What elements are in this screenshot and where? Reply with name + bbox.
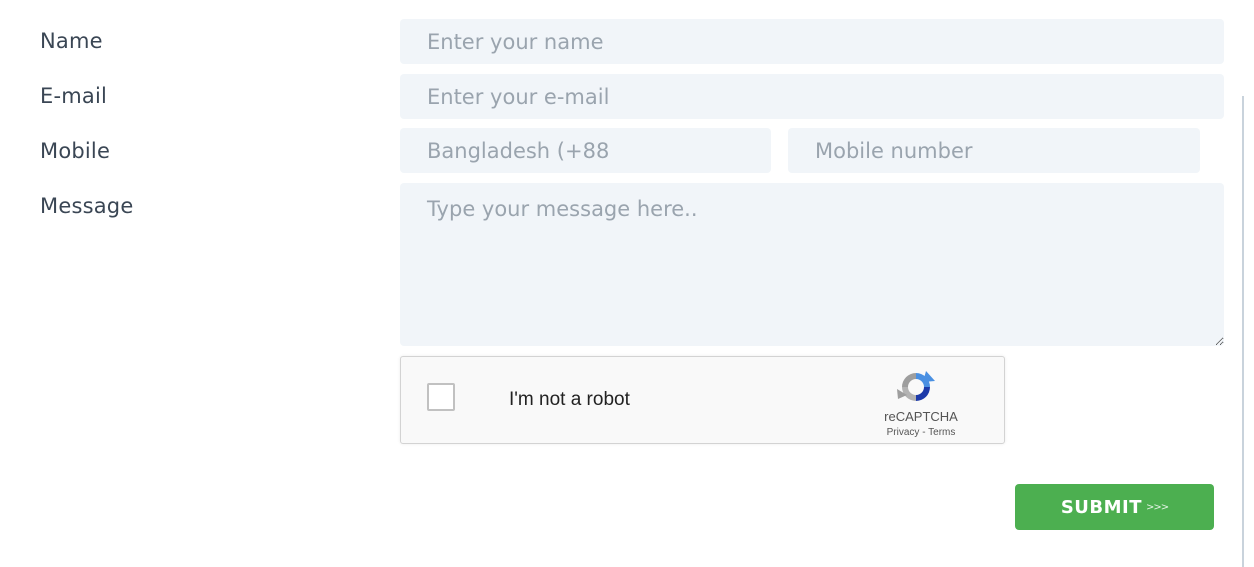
submit-arrows-icon: >>> — [1146, 501, 1169, 513]
email-input[interactable] — [400, 74, 1224, 119]
terms-link[interactable]: Terms — [928, 427, 955, 438]
scrollbar-edge — [1242, 96, 1244, 567]
recaptcha-label: I'm not a robot — [509, 389, 630, 410]
submit-button[interactable]: SUBMIT >>> — [1015, 484, 1214, 530]
mobile-number-input[interactable] — [788, 128, 1200, 173]
recaptcha-logo-icon — [897, 371, 935, 401]
email-label: E-mail — [40, 84, 108, 108]
recaptcha-checkbox[interactable] — [427, 383, 455, 411]
recaptcha-widget: I'm not a robot reCAPTCHA Privacy - Term… — [400, 356, 1005, 444]
privacy-link[interactable]: Privacy — [887, 427, 920, 438]
recaptcha-links: Privacy - Terms — [861, 427, 981, 438]
mobile-label: Mobile — [40, 139, 111, 163]
country-code-input[interactable] — [400, 128, 771, 173]
name-label: Name — [40, 29, 103, 53]
links-separator: - — [919, 427, 929, 438]
submit-label: SUBMIT — [1060, 496, 1143, 518]
name-input[interactable] — [400, 19, 1224, 64]
message-label: Message — [40, 194, 134, 218]
message-textarea[interactable] — [400, 183, 1224, 346]
recaptcha-brand: reCAPTCHA — [884, 409, 958, 424]
